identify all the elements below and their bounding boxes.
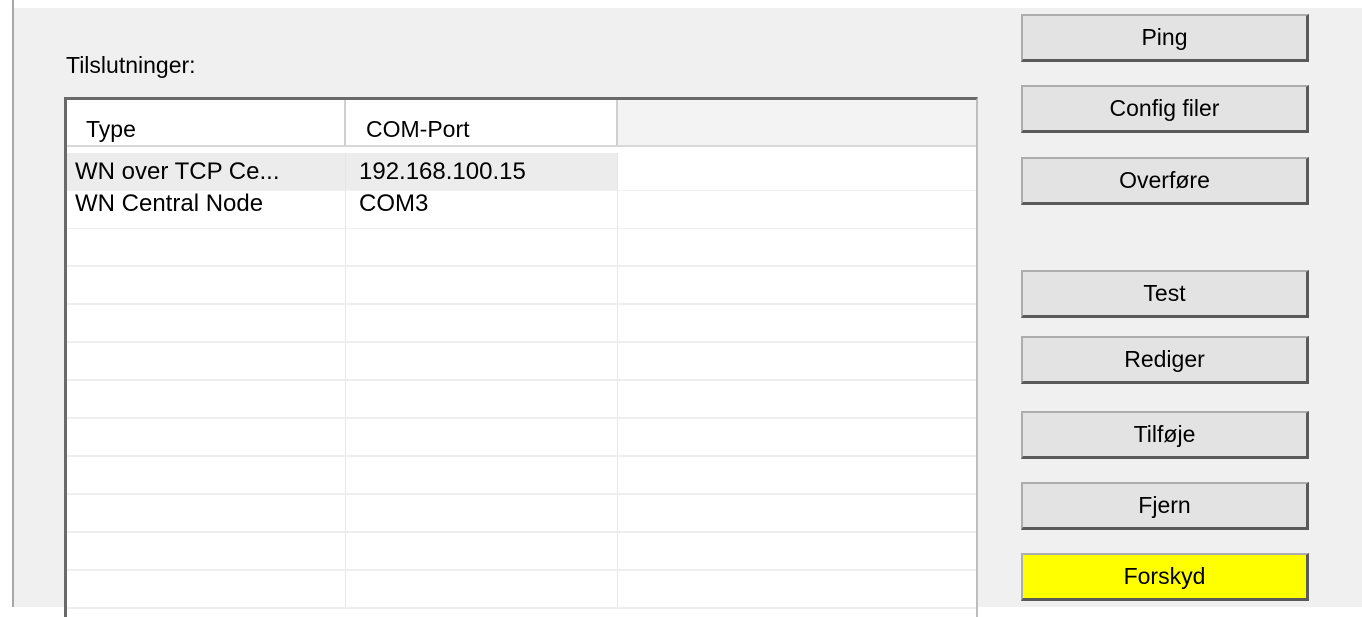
empty-row [67, 495, 976, 533]
empty-row [67, 267, 976, 305]
left-edge [0, 0, 14, 607]
table-row[interactable]: WN Central Node COM3 [67, 185, 976, 229]
column-header-empty[interactable] [618, 100, 976, 147]
test-button[interactable]: Test [1021, 270, 1309, 318]
connections-dialog: Tilslutninger: Type COM-Port WN over TCP… [0, 0, 1362, 617]
empty-row [67, 457, 976, 495]
edit-button[interactable]: Rediger [1021, 336, 1309, 384]
empty-row [67, 343, 976, 381]
column-header-type[interactable]: Type [67, 100, 346, 147]
empty-row [67, 229, 976, 267]
empty-row [67, 571, 976, 609]
top-edge [0, 0, 1362, 8]
empty-row [67, 381, 976, 419]
cell-empty [618, 185, 976, 228]
add-button[interactable]: Tilføje [1021, 411, 1309, 459]
transfer-button[interactable]: Overføre [1021, 157, 1309, 205]
empty-row [67, 305, 976, 343]
cell-com-port: COM3 [346, 185, 618, 228]
cell-type: WN Central Node [67, 185, 346, 228]
empty-row [67, 419, 976, 457]
connections-label: Tilslutninger: [66, 52, 196, 78]
column-header-com-port[interactable]: COM-Port [346, 100, 618, 147]
connections-listview[interactable]: Type COM-Port WN over TCP Ce... 192.168.… [64, 97, 978, 617]
listview-rows: WN over TCP Ce... 192.168.100.15 WN Cent… [67, 153, 976, 609]
empty-row [67, 533, 976, 571]
config-files-button[interactable]: Config filer [1021, 85, 1309, 133]
shift-button[interactable]: Forskyd [1021, 553, 1309, 601]
remove-button[interactable]: Fjern [1021, 482, 1309, 530]
listview-header: Type COM-Port [67, 100, 976, 147]
ping-button[interactable]: Ping [1021, 14, 1309, 62]
